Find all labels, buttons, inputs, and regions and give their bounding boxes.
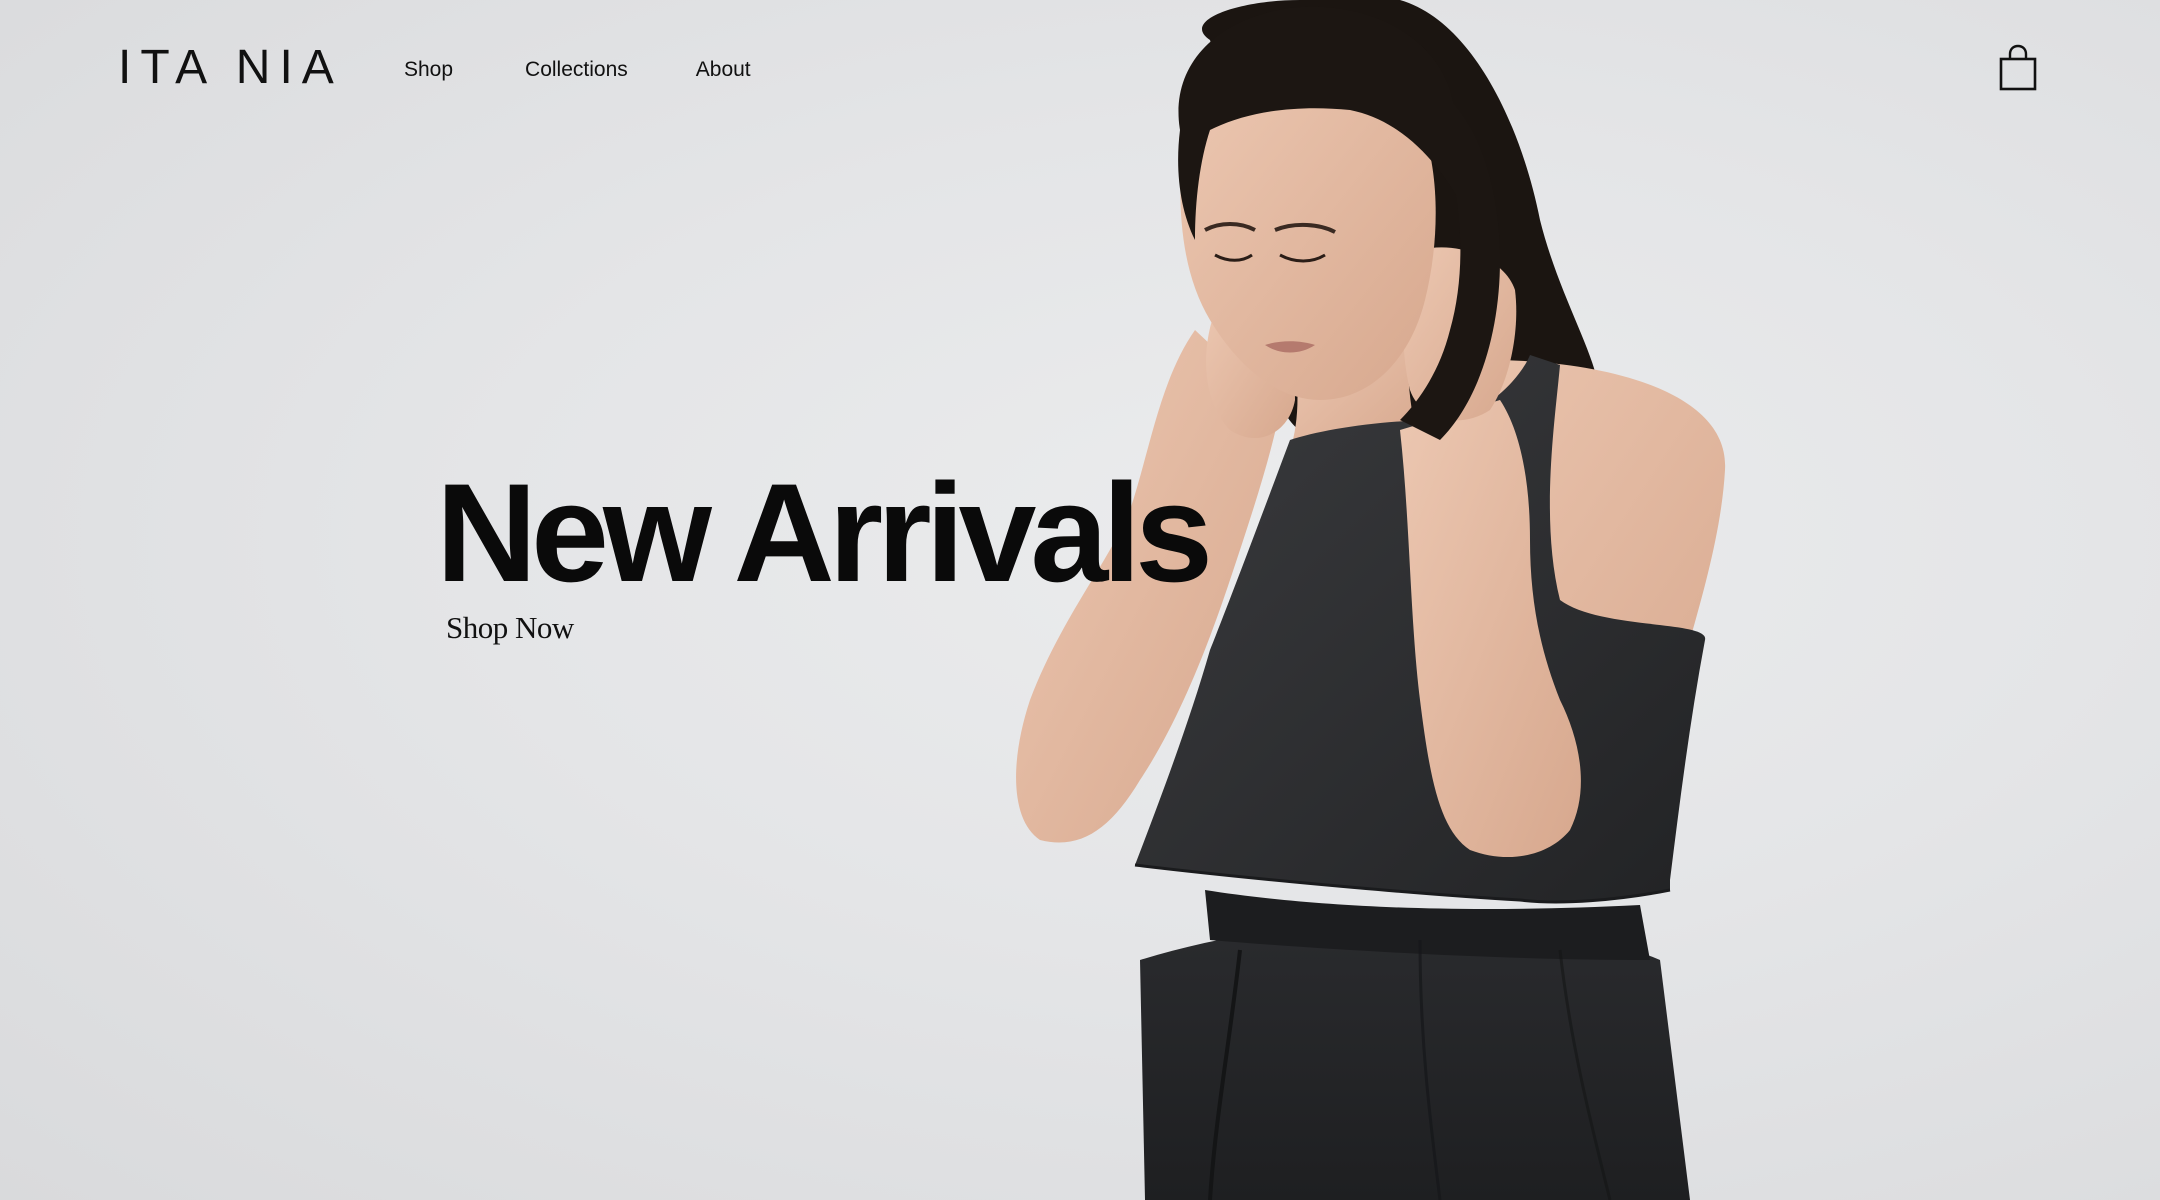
shopping-bag-icon [1999,44,2037,91]
pants [1140,920,1690,1200]
hero-headline: New Arrivals [436,454,1213,611]
brand-logo[interactable]: ITA NIA [118,44,343,92]
cart-button[interactable] [1998,44,2038,92]
shop-now-link[interactable]: Shop Now [446,610,574,646]
nav-item-collections[interactable]: Collections [525,56,628,84]
main-nav: Shop Collections About [404,56,751,84]
nav-item-shop[interactable]: Shop [404,56,453,84]
nav-item-about[interactable]: About [696,56,751,84]
